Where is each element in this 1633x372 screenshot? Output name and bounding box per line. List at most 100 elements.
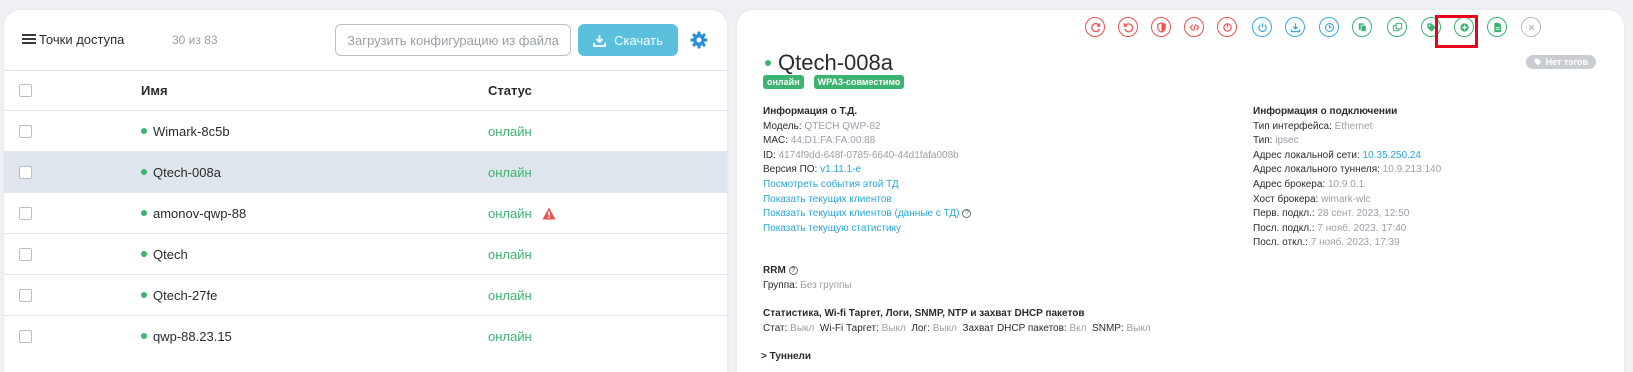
power-off-icon[interactable]: [1217, 17, 1237, 37]
warning-icon[interactable]: [542, 207, 556, 220]
ap-name-cell[interactable]: amonov-qwp-88: [141, 206, 246, 221]
online-dot: [141, 128, 147, 134]
select-all-checkbox[interactable]: [19, 84, 32, 97]
ap-name: Qtech-008a: [778, 50, 893, 75]
ap-name-cell[interactable]: qwp-88.23.15: [141, 329, 232, 344]
document-icon[interactable]: [1487, 17, 1507, 37]
clients-link[interactable]: Показать текущих клиентов: [763, 194, 892, 205]
row-checkbox[interactable]: [19, 206, 32, 220]
ap-table: Имя Статус Wimark-8c5b онлайн Qtech-008a он…: [4, 70, 727, 356]
table-header: Имя Статус: [4, 70, 727, 110]
id-value: 4174f9dd-648f-0785-6640-44d1fafa008b: [778, 149, 959, 161]
clients-ap-link[interactable]: Показать текущих клиентов (данные с ТД): [763, 208, 959, 219]
lan-row: Адрес локальной сети: 10.35.250.24: [1253, 149, 1441, 164]
dhcp-label: Захват DHCP пакетов:: [962, 322, 1067, 334]
help-icon[interactable]: ?: [962, 209, 972, 219]
tags-label: Нет тэгов: [1545, 57, 1588, 67]
model-label: Модель:: [763, 120, 802, 132]
highlight-box: [1435, 15, 1478, 48]
ap-toolbar: [737, 15, 1624, 48]
gear-icon[interactable]: [689, 30, 709, 50]
ap-name-text: Qtech-27fe: [153, 287, 218, 303]
ap-name-cell[interactable]: Qtech-008a: [141, 165, 221, 180]
stats-link[interactable]: Показать текущую статистику: [763, 223, 901, 234]
iface-label: Тип интерфейса:: [1253, 120, 1332, 132]
ap-name-cell[interactable]: Qtech: [141, 247, 188, 262]
events-link[interactable]: Посмотреть события этой ТД: [763, 179, 899, 190]
status-cell: онлайн: [488, 329, 532, 344]
online-dot: [141, 292, 147, 298]
table-row[interactable]: Qtech-008a онлайн: [4, 151, 727, 192]
online-dot: [141, 210, 147, 216]
tunnels-section[interactable]: > Туннели: [761, 350, 811, 365]
status-text: онлайн: [488, 164, 532, 180]
row-checkbox[interactable]: [19, 124, 32, 138]
lan-value[interactable]: 10.35.250.24: [1363, 150, 1421, 161]
broker-label: Адрес брокера:: [1253, 178, 1326, 190]
first-conn-value: 28 сент. 2023, 12:50: [1317, 208, 1410, 220]
power-icon[interactable]: [1252, 17, 1272, 37]
status-badge: онлайн: [763, 75, 804, 89]
type-row: Тип: ipsec: [1253, 134, 1441, 149]
panel-header: Точки доступа 30 из 83 Загрузить конфигу…: [4, 10, 727, 71]
shield-icon[interactable]: [1151, 17, 1171, 37]
snmp-value: Выкл: [1126, 322, 1151, 334]
download-icon[interactable]: [1285, 17, 1305, 37]
ap-title: Qtech-008a: [765, 50, 893, 76]
tunnel-value: 10.9.213.140: [1382, 164, 1442, 176]
ap-name-cell[interactable]: Qtech-27fe: [141, 288, 217, 303]
copy-icon[interactable]: [1352, 17, 1372, 37]
fw-value[interactable]: v1.11.1-e: [820, 164, 861, 175]
upload-config-button[interactable]: Загрузить конфигурацию из файла: [335, 24, 571, 56]
ap-info-heading: Информация о Т.Д.: [763, 106, 858, 117]
ap-name-cell[interactable]: Wimark-8c5b: [141, 124, 230, 139]
ap-name-text: amonov-qwp-88: [153, 205, 247, 221]
stat-value: Выкл: [790, 322, 815, 334]
status-text: онлайн: [488, 246, 532, 262]
table-row[interactable]: Wimark-8c5b онлайн: [4, 110, 727, 151]
row-checkbox[interactable]: [19, 247, 32, 261]
help-icon[interactable]: ?: [788, 265, 798, 275]
online-dot: [141, 333, 147, 339]
fw-label: Версия ПО:: [763, 164, 818, 176]
wifi-target-label: Wi-Fi Таргет:: [819, 322, 879, 334]
download-button[interactable]: Скачать: [578, 24, 678, 56]
type-label: Тип:: [1253, 135, 1273, 147]
group-value: Без группы: [800, 279, 852, 291]
table-row[interactable]: Qtech онлайн: [4, 233, 727, 274]
code-icon[interactable]: [1184, 17, 1204, 37]
status-cell: онлайн: [488, 206, 556, 221]
stats-row: Стат: Выкл Wi-Fi Таргет: Выкл Лог: Выкл …: [763, 322, 1151, 337]
row-checkbox[interactable]: [19, 329, 32, 343]
table-row[interactable]: amonov-qwp-88 онлайн: [4, 192, 727, 233]
access-points-panel: Точки доступа 30 из 83 Загрузить конфигу…: [4, 10, 727, 372]
connection-info-block: Информация о подключении Тип интерфейса:…: [1253, 105, 1441, 251]
undo-icon[interactable]: [1118, 17, 1138, 37]
column-status[interactable]: Статус: [488, 83, 532, 98]
ap-name-text: Qtech-008a: [153, 164, 221, 180]
row-checkbox[interactable]: [19, 288, 32, 302]
group-label: Группа:: [763, 279, 798, 291]
rrm-block: RRM? Группа: Без группы: [763, 264, 852, 293]
close-icon[interactable]: [1521, 17, 1541, 37]
ap-badges: онлайн WPA3-совместимо: [763, 75, 905, 89]
group-row: Группа: Без группы: [763, 279, 852, 294]
row-checkbox[interactable]: [19, 165, 32, 179]
mac-label: MAC:: [763, 135, 788, 147]
refresh-icon[interactable]: [1085, 17, 1105, 37]
first-conn-row: Перв. подкл.: 28 сент. 2023, 12:50: [1253, 207, 1441, 222]
tags-badge[interactable]: Нет тэгов: [1525, 55, 1596, 69]
table-row[interactable]: Qtech-27fe онлайн: [4, 274, 727, 315]
column-name[interactable]: Имя: [141, 83, 168, 98]
ap-name-text: qwp-88.23.15: [153, 328, 232, 344]
mac-value: 44:D1:FA:FA:00:88: [790, 135, 876, 147]
clone-icon[interactable]: [1387, 17, 1407, 37]
rrm-heading-label: RRM: [763, 265, 786, 276]
online-dot: [141, 169, 147, 175]
fw-row: Версия ПО: v1.11.1-e: [763, 163, 971, 178]
broker-row: Адрес брокера: 10.9.0.1: [1253, 178, 1441, 193]
download-icon: [593, 34, 607, 47]
clock-icon[interactable]: [1319, 17, 1339, 37]
table-row[interactable]: qwp-88.23.15 онлайн: [4, 315, 727, 356]
status-cell: онлайн: [488, 288, 532, 303]
